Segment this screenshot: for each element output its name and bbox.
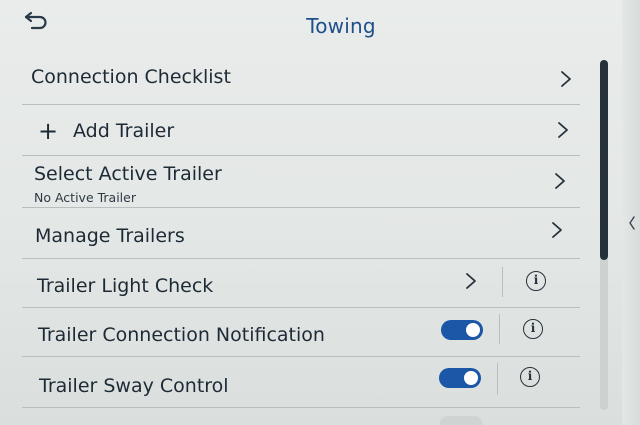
chevron-right-icon: [556, 121, 570, 139]
trailer-sway-control-toggle[interactable]: [439, 368, 481, 388]
chevron-right-icon: [559, 70, 573, 88]
manage-trailers-label: Manage Trailers: [35, 225, 185, 247]
divider: [497, 363, 498, 395]
chevron-right-icon: [553, 172, 567, 190]
select-active-trailer-label: Select Active Trailer: [34, 163, 222, 185]
trailer-light-check-label: Trailer Light Check: [37, 275, 214, 297]
trailer-connection-notification-toggle[interactable]: [441, 320, 483, 340]
scrollbar-thumb[interactable]: [600, 60, 608, 260]
active-trailer-status: No Active Trailer: [34, 190, 136, 205]
info-icon[interactable]: i: [523, 319, 543, 339]
screen-edge: [622, 0, 640, 425]
select-active-trailer-row[interactable]: Select Active Trailer No Active Trailer: [22, 156, 580, 208]
toggle-knob: [466, 323, 480, 337]
next-row-toggle[interactable]: [440, 416, 482, 425]
plus-icon: +: [38, 117, 59, 145]
towing-screen: Towing Connection Checklist + Add Traile…: [0, 0, 640, 425]
chevron-left-icon[interactable]: [628, 215, 636, 231]
divider: [499, 314, 500, 344]
trailer-light-check-row[interactable]: Trailer Light Check i: [22, 259, 580, 308]
back-button[interactable]: [22, 8, 56, 34]
add-trailer-row[interactable]: + Add Trailer: [22, 105, 580, 156]
page-title: Towing: [306, 14, 376, 38]
info-icon[interactable]: i: [526, 271, 546, 291]
trailer-sway-control-label: Trailer Sway Control: [39, 375, 229, 397]
manage-trailers-row[interactable]: Manage Trailers: [22, 208, 580, 259]
trailer-sway-control-row: Trailer Sway Control i: [22, 357, 580, 408]
toggle-knob: [464, 371, 478, 385]
scrollbar[interactable]: [600, 60, 608, 410]
info-icon[interactable]: i: [520, 367, 540, 387]
trailer-connection-notification-label: Trailer Connection Notification: [38, 324, 325, 346]
header: Towing: [0, 0, 622, 56]
chevron-right-icon: [550, 221, 564, 239]
chevron-right-icon: [464, 272, 478, 290]
connection-checklist-row[interactable]: Connection Checklist: [22, 56, 580, 105]
connection-checklist-label: Connection Checklist: [31, 66, 231, 88]
add-trailer-label: Add Trailer: [73, 120, 175, 142]
trailer-connection-notification-row: Trailer Connection Notification i: [22, 308, 580, 357]
divider: [502, 267, 503, 297]
back-arrow-icon: [24, 11, 47, 30]
